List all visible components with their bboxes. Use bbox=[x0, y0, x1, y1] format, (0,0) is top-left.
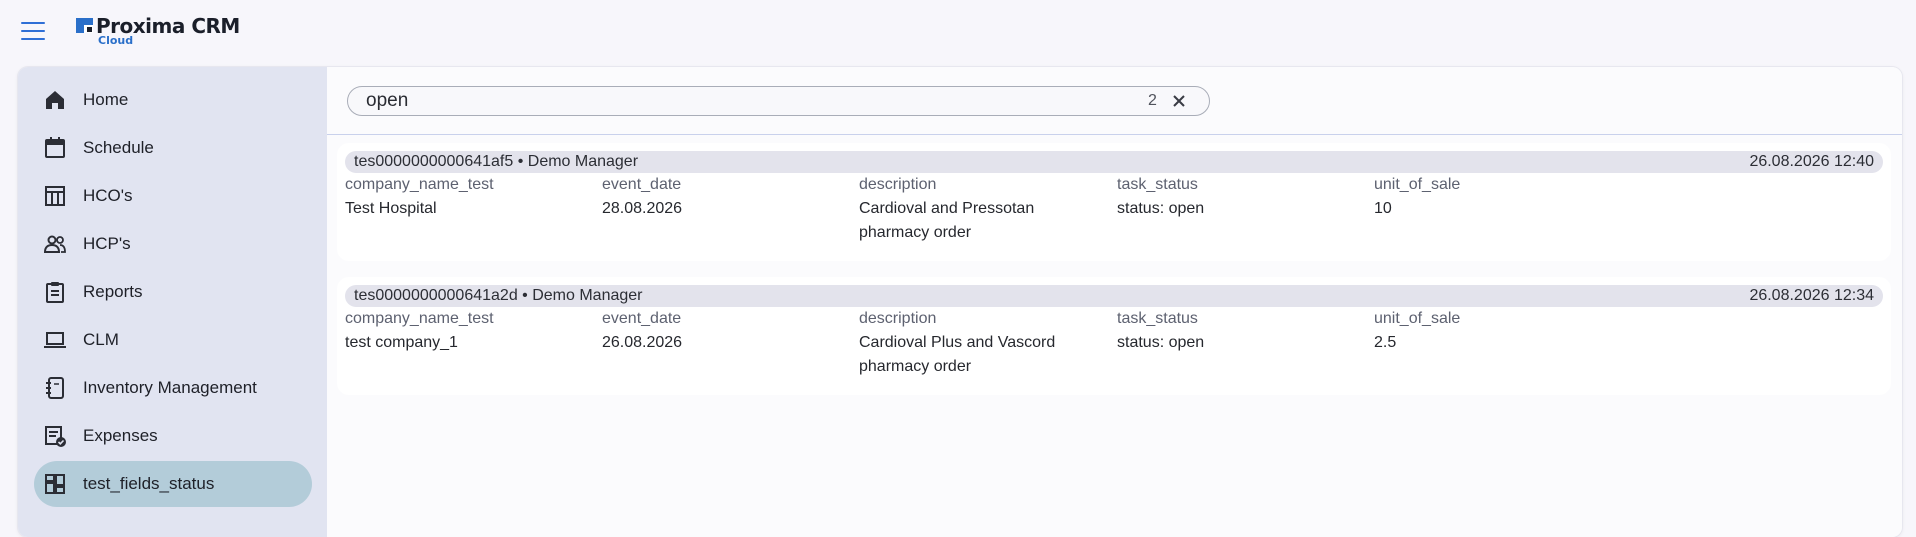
field-value: status: open bbox=[1117, 334, 1205, 351]
sidebar-item-expenses[interactable]: Expenses bbox=[34, 413, 312, 459]
field-value: status: open bbox=[1117, 200, 1205, 217]
card-date: 26.08.2026 12:40 bbox=[1749, 153, 1874, 170]
field-event-date: event_date 28.08.2026 bbox=[602, 173, 842, 221]
sidebar-item-label: CLM bbox=[83, 330, 119, 349]
sidebar-item-hcps[interactable]: HCP's bbox=[34, 221, 312, 267]
calendar-icon bbox=[45, 137, 65, 158]
field-label: company_name_test bbox=[345, 176, 494, 193]
card-title: tes0000000000641a2d • Demo Manager bbox=[354, 287, 643, 304]
notebook-icon bbox=[46, 377, 64, 399]
sidebar-item-schedule[interactable]: Schedule bbox=[34, 125, 312, 171]
search-bar: 2 bbox=[327, 67, 1902, 135]
field-task-status: task_status status: open bbox=[1117, 307, 1357, 355]
field-label: company_name_test bbox=[345, 310, 494, 327]
field-event-date: event_date 26.08.2026 bbox=[602, 307, 842, 355]
field-label: task_status bbox=[1117, 176, 1198, 193]
dashboard-icon bbox=[45, 474, 65, 494]
field-label: task_status bbox=[1117, 310, 1198, 327]
field-label: unit_of_sale bbox=[1374, 176, 1461, 193]
field-value: Cardioval and Pressotan pharmacy order bbox=[859, 200, 1035, 241]
sidebar-item-test-fields-status[interactable]: test_fields_status bbox=[34, 461, 312, 507]
sidebar-item-label: Inventory Management bbox=[83, 378, 257, 397]
logo-subtitle: Cloud bbox=[98, 34, 134, 47]
app-frame: Home Schedule HCO's HCP's Reports CLM In… bbox=[18, 67, 1902, 537]
field-unit-of-sale: unit_of_sale 2.5 bbox=[1374, 307, 1614, 355]
sidebar-item-label: HCP's bbox=[83, 234, 131, 253]
field-label: description bbox=[859, 310, 937, 327]
table-icon bbox=[45, 186, 65, 206]
home-icon bbox=[46, 91, 64, 109]
sidebar: Home Schedule HCO's HCP's Reports CLM In… bbox=[18, 67, 327, 537]
field-unit-of-sale: unit_of_sale 10 bbox=[1374, 173, 1614, 221]
receipt-check-icon bbox=[45, 426, 66, 447]
card-header: tes0000000000641af5 • Demo Manager 26.08… bbox=[345, 151, 1883, 173]
sidebar-item-inventory-management[interactable]: Inventory Management bbox=[34, 365, 312, 411]
field-label: event_date bbox=[602, 310, 682, 327]
sidebar-item-label: Expenses bbox=[83, 426, 158, 445]
sidebar-item-clm[interactable]: CLM bbox=[34, 317, 312, 363]
logo-mark-icon bbox=[76, 18, 93, 33]
main-content: 2 tes0000000000641af5 • Demo Manager 26.… bbox=[327, 67, 1902, 537]
sidebar-item-label: HCO's bbox=[83, 186, 133, 205]
card-header: tes0000000000641a2d • Demo Manager 26.08… bbox=[345, 285, 1883, 307]
sidebar-item-hcos[interactable]: HCO's bbox=[34, 173, 312, 219]
people-icon bbox=[43, 235, 66, 253]
sidebar-item-reports[interactable]: Reports bbox=[34, 269, 312, 315]
field-value: 10 bbox=[1374, 200, 1392, 217]
sidebar-item-label: Home bbox=[83, 90, 129, 109]
card-date: 26.08.2026 12:34 bbox=[1749, 287, 1874, 304]
result-card[interactable]: tes0000000000641af5 • Demo Manager 26.08… bbox=[337, 143, 1891, 261]
result-card[interactable]: tes0000000000641a2d • Demo Manager 26.08… bbox=[337, 277, 1891, 395]
field-description: description Cardioval and Pressotan phar… bbox=[859, 173, 1094, 245]
field-value: Cardioval Plus and Vascord pharmacy orde… bbox=[859, 334, 1056, 375]
close-icon[interactable] bbox=[1171, 93, 1187, 109]
search-box[interactable]: 2 bbox=[347, 86, 1210, 116]
top-bar: Proxima CRM Cloud bbox=[0, 0, 1916, 64]
field-description: description Cardioval Plus and Vascord p… bbox=[859, 307, 1094, 379]
field-task-status: task_status status: open bbox=[1117, 173, 1357, 221]
menu-icon[interactable] bbox=[21, 22, 45, 42]
clipboard-icon bbox=[46, 282, 64, 303]
search-input[interactable] bbox=[366, 90, 1126, 112]
field-label: unit_of_sale bbox=[1374, 310, 1461, 327]
field-value: Test Hospital bbox=[345, 200, 437, 217]
sidebar-item-label: test_fields_status bbox=[83, 474, 215, 493]
field-value: 2.5 bbox=[1374, 334, 1397, 351]
field-label: event_date bbox=[602, 176, 682, 193]
field-value: 26.08.2026 bbox=[602, 334, 683, 351]
sidebar-item-label: Schedule bbox=[83, 138, 154, 157]
field-value: test company_1 bbox=[345, 334, 458, 351]
sidebar-item-home[interactable]: Home bbox=[34, 77, 312, 123]
sidebar-item-label: Reports bbox=[83, 282, 143, 301]
result-count: 2 bbox=[1148, 92, 1157, 109]
field-label: description bbox=[859, 176, 937, 193]
field-company-name: company_name_test Test Hospital bbox=[345, 173, 585, 221]
card-title: tes0000000000641af5 • Demo Manager bbox=[354, 153, 639, 170]
laptop-icon bbox=[44, 332, 66, 348]
field-value: 28.08.2026 bbox=[602, 200, 683, 217]
field-company-name: company_name_test test company_1 bbox=[345, 307, 585, 355]
